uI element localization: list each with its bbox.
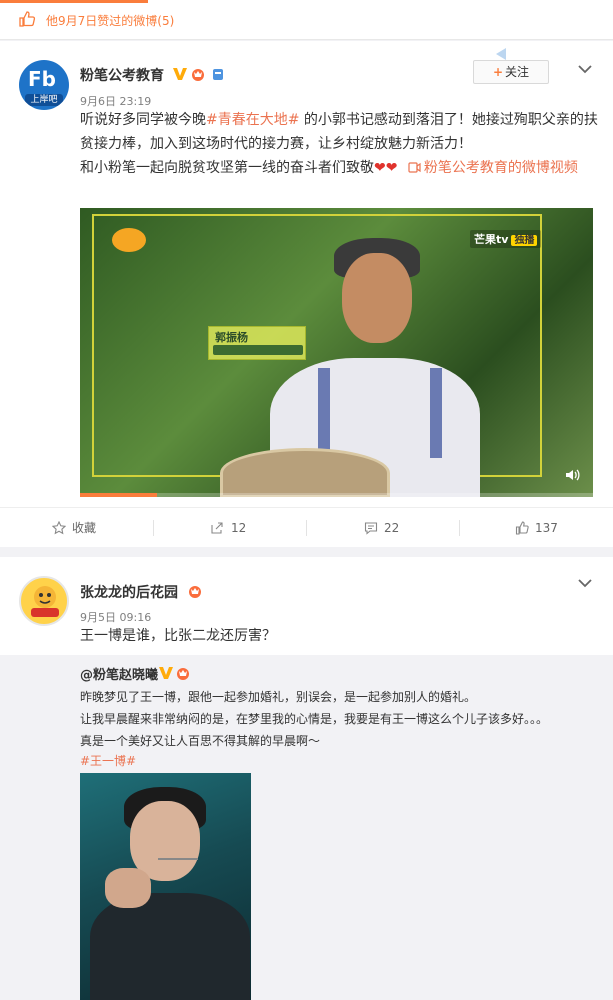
verified-v-icon <box>159 667 173 679</box>
comment-count: 22 <box>384 521 400 535</box>
follow-button[interactable]: + 关注 <box>473 60 549 84</box>
thumbs-up-icon <box>515 521 529 535</box>
post-time[interactable]: 9月6日 23:19 <box>80 93 151 109</box>
comment-button[interactable]: 22 <box>306 508 459 548</box>
basket <box>220 448 390 497</box>
avatar-tag: 上岸吧 <box>25 94 63 106</box>
liked-posts-header: 他9月7日赞过的微博(5) <box>0 0 613 40</box>
channel-tag: 独播 <box>511 235 538 246</box>
channel-watermark: 芒果tv 独播 <box>470 230 542 248</box>
plus-icon: + <box>492 65 504 79</box>
weibo-post: 张龙龙的后花园 9月5日 09:16 王一博是谁，比张二龙还厉害？ @粉笔赵晓曦… <box>0 557 613 1000</box>
header-accent-bar <box>0 0 148 3</box>
repost-author[interactable]: @粉笔赵晓曦 <box>80 664 158 683</box>
post-text-start: 听说好多同学被今晚 <box>80 112 206 128</box>
video-progress-fill <box>80 493 157 497</box>
photo-jacket <box>90 893 250 1000</box>
liked-posts-title[interactable]: 他9月7日赞过的微博(5) <box>46 12 174 29</box>
repost-text: 昨晚梦见了王一博，跟他一起参加婚礼，别误会，是一起参加别人的婚礼。 让我早晨醒来… <box>80 686 600 752</box>
post-time[interactable]: 9月5日 09:16 <box>80 609 151 625</box>
avatar[interactable] <box>19 576 69 626</box>
favorite-label: 收藏 <box>72 521 97 535</box>
author-name[interactable]: 粉笔公考教育 <box>80 65 164 85</box>
volume-icon[interactable] <box>564 467 580 483</box>
post-text: 听说好多同学被今晚#青春在大地# 的小郭书记感动到落泪了！她接过殉职父亲的扶贫接… <box>80 108 600 180</box>
photo-hand <box>105 868 151 908</box>
follow-label: 关注 <box>505 65 530 79</box>
topic-link[interactable]: #王一博# <box>80 752 136 769</box>
video-name-caption: 郭振杨 <box>208 326 306 360</box>
triangle-decoration-icon <box>496 48 506 60</box>
video-link[interactable]: 粉笔公考教育的微博视频 <box>408 160 578 176</box>
reposted-content[interactable]: @粉笔赵晓曦 昨晚梦见了王一博，跟他一起参加婚礼，别误会，是一起参加别人的婚礼。… <box>0 655 613 1000</box>
verified-v-icon <box>173 68 187 80</box>
like-button[interactable]: 137 <box>459 508 612 548</box>
share-icon <box>211 522 223 534</box>
star-icon <box>52 521 66 535</box>
repost-text-line: 让我早晨醒来非常纳闷的是，在梦里我的心情是，我要是有王一博这么个儿子该多好。。。 <box>80 712 549 726</box>
hearts-emoji: ❤❤ <box>374 160 398 176</box>
member-crown-icon <box>192 69 204 81</box>
post-text-line2: 和小粉笔一起向脱贫攻坚第一线的奋斗者们致敬 <box>80 160 374 176</box>
weibo-post: Fb 上岸吧 粉笔公考教育 9月6日 23:19 + 关注 听说好多同学被今晚#青… <box>0 41 613 547</box>
repost-text-line: 真是一个美好又让人百思不得其解的早晨啊～ <box>80 734 321 748</box>
member-crown-icon <box>177 668 189 680</box>
comment-icon <box>364 522 378 535</box>
like-count: 137 <box>535 521 558 535</box>
caption-name: 郭振杨 <box>215 331 248 344</box>
video-camera-icon <box>408 162 421 173</box>
caption-subtitle-bar <box>213 345 303 355</box>
repost-count: 12 <box>231 521 247 535</box>
person-strap <box>430 368 442 458</box>
person-strap <box>318 368 330 458</box>
avatar[interactable]: Fb 上岸吧 <box>19 60 69 110</box>
thumbs-up-icon <box>19 11 36 27</box>
person-face <box>342 253 412 343</box>
cartoon-avatar-icon <box>31 586 59 617</box>
favorite-button[interactable]: 收藏 <box>0 508 153 548</box>
repost-text-line: 昨晚梦见了王一博，跟他一起参加婚礼，别误会，是一起参加别人的婚礼。 <box>80 690 477 704</box>
chevron-down-icon[interactable] <box>577 577 593 589</box>
photo-headset-mic <box>158 858 198 860</box>
author-name[interactable]: 张龙龙的后花园 <box>80 582 178 602</box>
post-text: 王一博是谁，比张二龙还厉害？ <box>80 628 276 644</box>
level-badge-icon <box>213 69 223 80</box>
repost-button[interactable]: 12 <box>153 508 306 548</box>
chevron-down-icon[interactable] <box>577 63 593 75</box>
topic-link[interactable]: #青春在大地# <box>206 112 299 128</box>
avatar-logo-text: Fb <box>28 67 56 91</box>
post-photo[interactable] <box>80 773 251 1000</box>
channel-name: 芒果tv <box>474 233 509 246</box>
video-progress-bar[interactable] <box>80 493 593 497</box>
video-player[interactable]: 芒果tv 独播 郭振杨 <box>80 208 593 497</box>
member-crown-icon <box>189 586 201 598</box>
video-link-label: 粉笔公考教育的微博视频 <box>423 160 578 176</box>
hunan-tv-logo-icon <box>112 228 146 252</box>
post-actions: 收藏 12 22 137 <box>0 507 613 547</box>
